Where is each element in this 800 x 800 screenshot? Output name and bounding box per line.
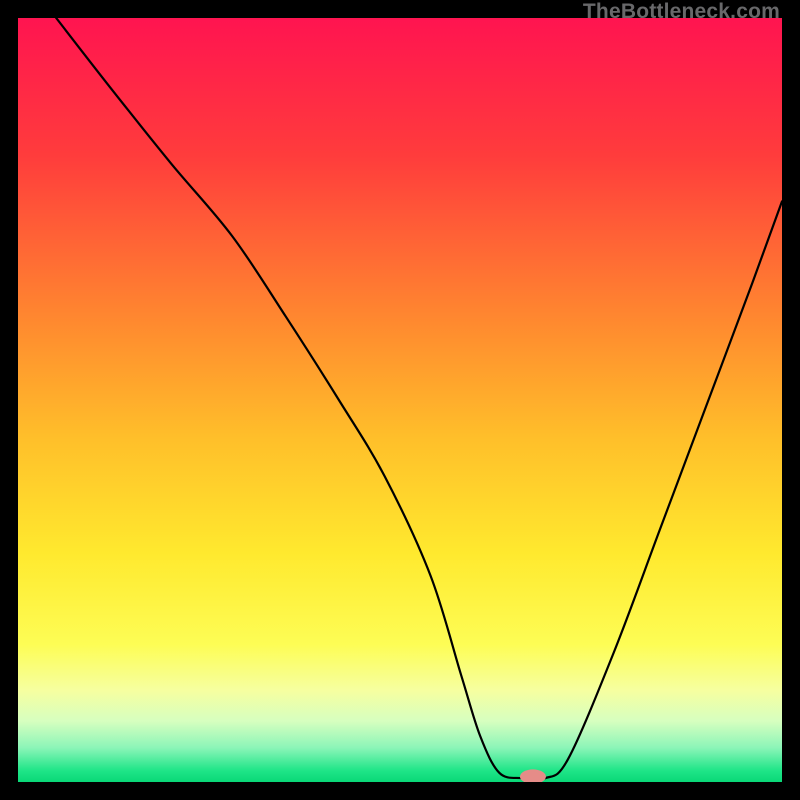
watermark-text: TheBottleneck.com: [583, 0, 780, 24]
chart-container: TheBottleneck.com: [0, 0, 800, 800]
plot-area: [18, 18, 782, 782]
bottleneck-curve-chart: [18, 18, 782, 782]
gradient-background: [18, 18, 782, 782]
